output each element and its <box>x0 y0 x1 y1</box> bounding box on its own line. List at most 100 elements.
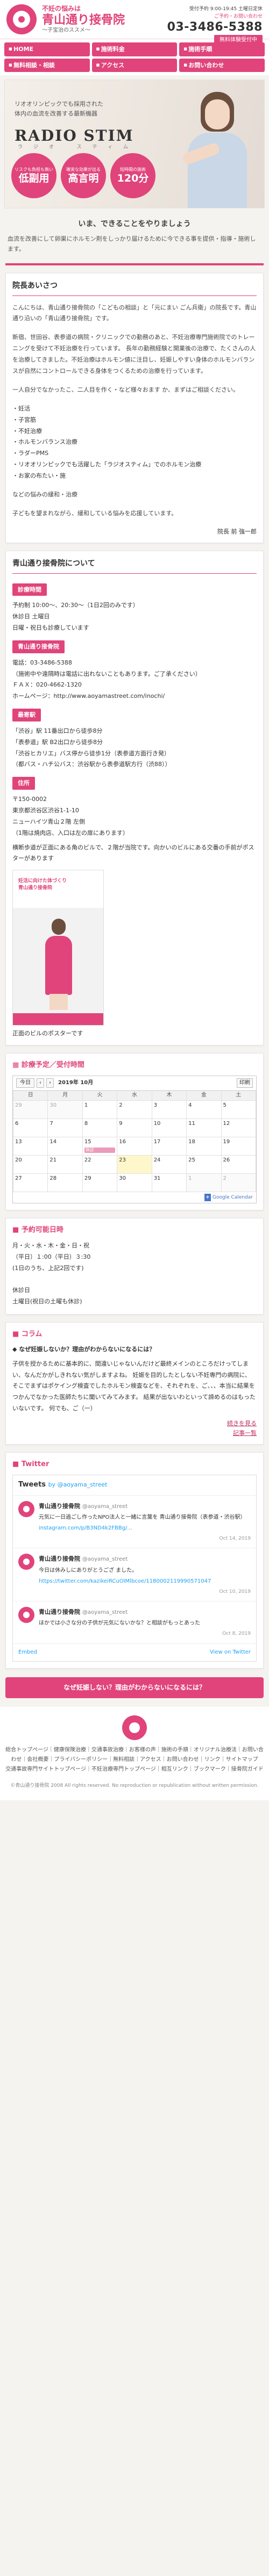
calendar-day[interactable]: 14 <box>47 1136 83 1156</box>
calendar-day[interactable]: 8 <box>82 1118 118 1137</box>
clock-icon: ■ <box>12 1226 22 1235</box>
subsection-band: 最寄駅 <box>12 709 41 721</box>
hero-banner: リオオリンピックでも採用された 体内の血流を改善する最新機器 RADIO STI… <box>4 80 265 209</box>
next-month-icon[interactable]: › <box>46 1078 54 1088</box>
calendar-day[interactable]: 7 <box>47 1118 83 1137</box>
footer-logo[interactable] <box>122 1715 147 1740</box>
calendar-day[interactable]: 20 <box>12 1154 48 1174</box>
reservation-title: 予約可能日時 <box>21 1226 63 1235</box>
day-number: 7 <box>49 1120 53 1127</box>
today-button[interactable]: 今日 <box>16 1078 34 1088</box>
day-number: 17 <box>153 1138 161 1145</box>
calendar-day[interactable]: 4 <box>186 1100 222 1119</box>
calendar-day[interactable]: 19 <box>221 1136 257 1156</box>
calendar-day[interactable]: 16 <box>117 1136 152 1156</box>
calendar-day[interactable]: 18 <box>186 1136 222 1156</box>
column-cta-button[interactable]: なぜ妊娠しない？理由がわからないになるには？ <box>5 1677 264 1698</box>
column-question[interactable]: ◆ なぜ妊娠しないか？理由がわからないになるには？ <box>12 1345 257 1354</box>
day-number: 3 <box>153 1102 158 1108</box>
tweet-text: ほかでは小さな分の子供が元気にないかな？と相談がもっとあった <box>39 1620 200 1627</box>
nav-price[interactable]: 施術料金 <box>91 42 178 56</box>
tweet-date[interactable]: Oct 14, 2019 <box>39 1535 251 1542</box>
brand[interactable]: 不妊の悩みは 青山通り接骨院 〜子宝治のススメ〜 <box>42 5 125 34</box>
calendar-day[interactable]: 30 <box>117 1173 152 1192</box>
calendar-day[interactable]: 30 <box>47 1100 83 1119</box>
google-calendar-embed: 今日 ‹ › 2019年 10月 印刷 日月火水木金土 29 30 1 2 3 4 5 6 7 8… <box>12 1075 257 1204</box>
nav-access[interactable]: アクセス <box>91 58 178 73</box>
tweet-date[interactable]: Oct 8, 2019 <box>39 1630 251 1637</box>
calendar-day[interactable]: 17 <box>151 1136 187 1156</box>
nav-home[interactable]: HOME <box>4 42 90 56</box>
calendar-day[interactable]: 12 <box>221 1118 257 1137</box>
tweet-date[interactable]: Oct 10, 2019 <box>39 1588 251 1596</box>
list-item: ・ホルモンバランス治療 <box>12 438 77 446</box>
avatar[interactable] <box>18 1554 34 1570</box>
tweet[interactable]: 青山通り接骨院 @aoyama_street ほかでは小さな分の子供が元気にない… <box>13 1601 256 1644</box>
nav-contact[interactable]: お問い合わせ <box>179 58 265 73</box>
calendar-day[interactable]: 29 <box>82 1173 118 1192</box>
poster-image: 妊活に向けた体づくり 青山通り接骨院 <box>12 870 104 1026</box>
calendar-day[interactable]: 28 <box>47 1173 83 1192</box>
calendar-day[interactable]: 10 <box>151 1118 187 1137</box>
day-number: 30 <box>49 1102 57 1108</box>
avatar[interactable] <box>18 1607 34 1623</box>
calendar-day[interactable]: 1 <box>186 1173 222 1192</box>
day-number: 20 <box>15 1157 22 1163</box>
nav-consult[interactable]: 無料相談・相談 <box>4 58 90 73</box>
prev-month-icon[interactable]: ‹ <box>37 1078 44 1088</box>
view-on-twitter-link[interactable]: View on Twitter <box>210 1648 251 1657</box>
brand-sub: 〜子宝治のススメ〜 <box>42 27 90 33</box>
consult-button[interactable]: 無料体験受付中 <box>214 34 263 46</box>
calendar-day[interactable]: 9 <box>117 1118 152 1137</box>
calendar-day[interactable]: 3 <box>151 1100 187 1119</box>
tweet-author[interactable]: 青山通り接骨院 <box>39 1608 80 1615</box>
calendar-day[interactable]: 21 <box>47 1154 83 1174</box>
calendar-day[interactable]: 15 休診 <box>82 1136 118 1156</box>
print-button[interactable]: 印刷 <box>237 1078 253 1088</box>
tweet-link[interactable]: instagram.com/p/B3ND4k2FBBg/... <box>39 1524 251 1533</box>
tweet-author[interactable]: 青山通り接骨院 <box>39 1503 80 1510</box>
timeline-footer: Embed View on Twitter <box>13 1644 256 1661</box>
tweet-handle: @aoyama_street <box>82 1610 128 1616</box>
calendar-day[interactable]: 1 <box>82 1100 118 1119</box>
calendar-day[interactable]: 26 <box>221 1154 257 1174</box>
footer-links[interactable]: 総合トップページ｜健康保険治療｜交通事故治療｜お客様の声｜施術の手順｜オリジナル… <box>5 1745 264 1774</box>
tweet[interactable]: 青山通り接骨院 @aoyama_street 元気に一日過ごし作ったNPO法人と… <box>13 1496 256 1549</box>
calendar-icon: ▦ <box>12 1060 22 1069</box>
tweet-author[interactable]: 青山通り接骨院 <box>39 1555 80 1562</box>
weekday-header: 金 <box>186 1090 222 1101</box>
poster-title: 妊活に向けた体づくり 青山通り接骨院 <box>18 878 67 891</box>
calendar-day[interactable]: 23 <box>117 1154 152 1174</box>
calendar-day[interactable]: 2 <box>117 1100 152 1119</box>
calendar-event[interactable]: 休診 <box>84 1147 116 1153</box>
day-number: 25 <box>188 1157 195 1163</box>
calendar-day[interactable]: 31 <box>151 1173 187 1192</box>
timeline-owner-link[interactable]: by @aoyama_street <box>48 1481 108 1488</box>
logo[interactable] <box>6 4 37 34</box>
hero-badges: リスクも負担も無い 低副用 確実な効果が出る 高言明 短時間の施術 120分 <box>11 153 155 199</box>
phone-number[interactable]: 03-3486-5388 <box>167 20 263 34</box>
tweet[interactable]: 青山通り接骨院 @aoyama_street 今日は休みしにありがとうござ まし… <box>13 1548 256 1602</box>
intro-text: 血流を改善にして卵巣にホルモン剤をしっかり届けるために今できる事を提供・指導・施… <box>8 235 256 253</box>
calendar-day[interactable]: 13 <box>12 1136 48 1156</box>
weekday-header: 土 <box>221 1090 257 1101</box>
day-number: 2 <box>119 1102 123 1108</box>
calendar-day[interactable]: 29 <box>12 1100 48 1119</box>
embed-link[interactable]: Embed <box>18 1648 37 1657</box>
calendar-day[interactable]: 24 <box>151 1154 187 1174</box>
twitter-icon: ■ <box>12 1460 22 1469</box>
tweet-text: 元気に一日過ごし作ったNPO法人と一緒に言葉を 青山通り接骨院（表参道・渋谷駅） <box>39 1514 246 1521</box>
google-calendar-link[interactable]: + Google Calendar <box>13 1192 256 1203</box>
calendar-day[interactable]: 27 <box>12 1173 48 1192</box>
column-more-link[interactable]: 続きを見る 記事一覧 <box>12 1419 257 1438</box>
calendar-day[interactable]: 22 <box>82 1154 118 1174</box>
calendar-day[interactable]: 2 <box>221 1173 257 1192</box>
calendar-day[interactable]: 25 <box>186 1154 222 1174</box>
calendar-day[interactable]: 6 <box>12 1118 48 1137</box>
tweet-link[interactable]: https://twitter.com/kazikeiRCuOIMlbcoe/1… <box>39 1577 251 1586</box>
day-number: 27 <box>15 1175 22 1181</box>
avatar[interactable] <box>18 1500 34 1517</box>
column-title: コラム <box>21 1330 43 1339</box>
calendar-day[interactable]: 11 <box>186 1118 222 1137</box>
calendar-day[interactable]: 5 <box>221 1100 257 1119</box>
